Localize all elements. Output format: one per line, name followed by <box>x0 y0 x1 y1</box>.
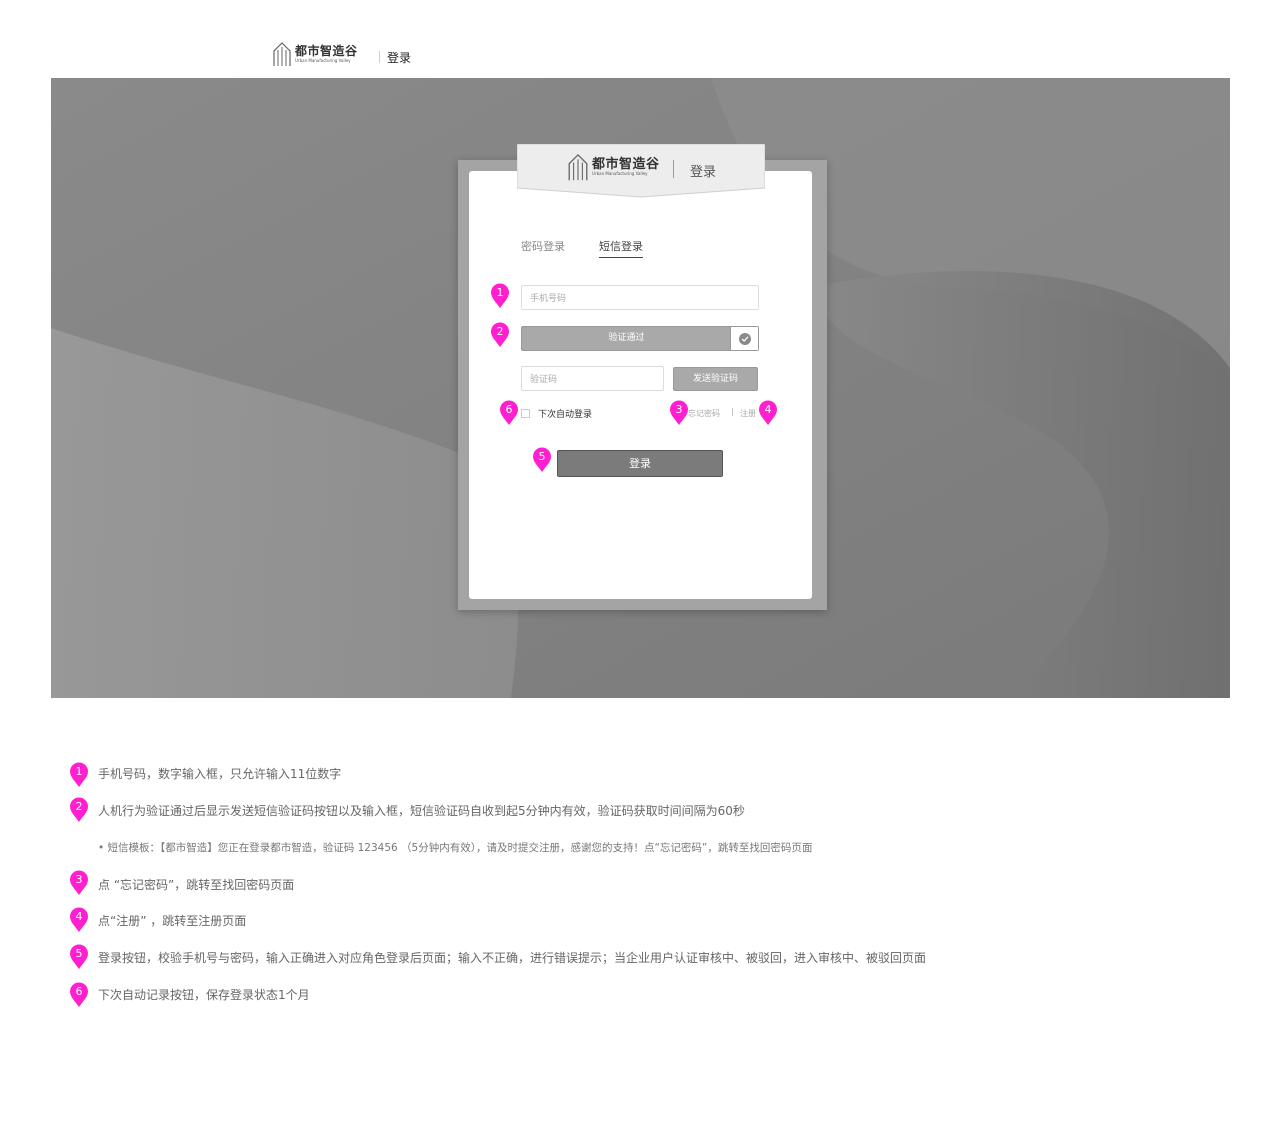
note-text-5: 登录按钮，校验手机号与密码，输入正确进入对应角色登录后页面；输入不正确，进行错误… <box>98 951 927 965</box>
card-logo-text-en: Urban Manufacturing Valley <box>592 170 648 176</box>
login-card-header: 都市智造谷 Urban Manufacturing Valley 登录 <box>517 144 765 198</box>
header-logo[interactable]: 都市智造谷 Urban Manufacturing Valley <box>272 41 358 67</box>
annotation-marker-1: 1 <box>490 283 510 309</box>
note-text-1: 手机号码，数字输入框，只允许输入11位数字 <box>98 767 342 781</box>
auto-login-label: 下次自动登录 <box>538 410 593 420</box>
tab-password-login[interactable]: 密码登录 <box>521 238 565 254</box>
card-title: 登录 <box>690 165 717 180</box>
note-marker-4: 4 <box>69 907 89 933</box>
note-marker-2: 2 <box>69 797 89 823</box>
card-header-divider <box>673 160 674 178</box>
note-marker-6: 6 <box>69 982 89 1008</box>
annotation-marker-5: 5 <box>532 447 552 473</box>
send-code-button[interactable]: 发送验证码 <box>673 367 758 391</box>
logo-text-cn: 都市智造谷 <box>295 43 358 58</box>
checkbox-box[interactable] <box>521 409 530 418</box>
note-text-2: 人机行为验证通过后显示发送短信验证码按钮以及输入框，短信验证码自收到起5分钟内有… <box>98 804 745 818</box>
login-banner: 都市智造谷 Urban Manufacturing Valley 登录 密码登录… <box>51 78 1230 698</box>
link-separator: | <box>731 407 734 416</box>
annotation-marker-2: 2 <box>490 322 510 348</box>
card-logo: 都市智造谷 Urban Manufacturing Valley <box>567 152 660 182</box>
note-marker-1: 1 <box>69 762 89 788</box>
note-text-3: 点 “忘记密码”，跳转至找回密码页面 <box>98 878 295 892</box>
building-logo-icon <box>272 41 292 67</box>
captcha-verify-bar[interactable]: 验证通过 <box>521 326 759 351</box>
verify-check-handle[interactable] <box>730 327 758 350</box>
note-sms-template: • 短信模板：【都市智造】您正在登录都市智造，验证码 123456 （5分钟内有… <box>98 842 813 854</box>
note-marker-5: 5 <box>69 944 89 970</box>
annotation-marker-6: 6 <box>499 400 519 426</box>
top-header: 都市智造谷 Urban Manufacturing Valley 登录 <box>0 0 1280 78</box>
note-marker-3: 3 <box>69 870 89 896</box>
building-logo-icon <box>567 152 589 182</box>
annotation-marker-4: 4 <box>758 400 778 426</box>
page-title: 登录 <box>387 51 412 65</box>
tab-sms-login[interactable]: 短信登录 <box>599 238 643 258</box>
check-circle-icon <box>738 332 751 345</box>
auto-login-checkbox[interactable]: 下次自动登录 <box>521 407 592 420</box>
logo-text-en: Urban Manufacturing Valley <box>295 57 351 63</box>
header-divider <box>379 51 380 63</box>
phone-input[interactable]: 手机号码 <box>521 285 759 310</box>
sms-code-input[interactable]: 验证码 <box>521 366 664 391</box>
annotation-marker-3: 3 <box>669 400 689 426</box>
verify-status-text: 验证通过 <box>608 333 645 343</box>
register-link[interactable]: 注册 <box>740 408 756 419</box>
note-text-6: 下次自动记录按钮，保存登录状态1个月 <box>98 988 310 1002</box>
login-button[interactable]: 登录 <box>557 450 723 477</box>
card-logo-text-cn: 都市智造谷 <box>592 156 660 172</box>
forgot-password-link[interactable]: 忘记密码 <box>688 408 720 419</box>
note-text-4: 点“注册” ，跳转至注册页面 <box>98 914 247 928</box>
